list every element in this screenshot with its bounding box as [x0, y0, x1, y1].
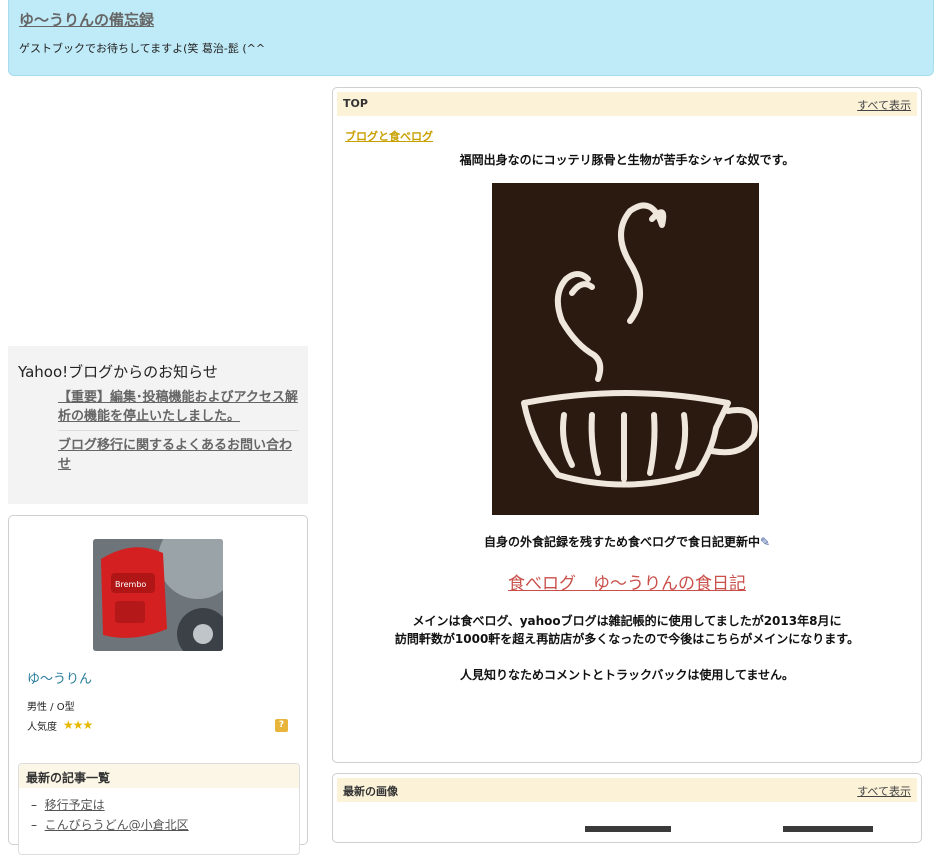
profile-card: Brembo ゆ〜うりん 男性 / O型 人気度 ★★★ ? 最新の記事一覧 –… [8, 515, 308, 855]
blog-title[interactable]: ゆ〜うりんの備忘録 [19, 9, 154, 30]
update-text: 自身の外食記録を残すため食べログで食日記更新中 [483, 535, 760, 549]
recent-article-item: – 移行予定は [31, 798, 105, 812]
help-icon[interactable]: ? [275, 719, 288, 732]
comment-note: 人見知りなためコメントとトラックバックは使用してません。 [459, 668, 795, 682]
notice-link-important[interactable]: 【重要】編集･投稿機能およびアクセス解析の機能を停止いたしました。 [58, 388, 298, 426]
image-thumbnail[interactable] [783, 826, 873, 832]
profile-name[interactable]: ゆ〜うりん [27, 668, 92, 687]
star-icon: ★ [63, 718, 74, 732]
notice-divider [58, 430, 298, 431]
profile-gender-blood: 男性 / O型 [27, 702, 75, 713]
latest-images-title: 最新の画像 [343, 785, 398, 798]
paragraph-line-2: 訪問軒数が1000軒を超え再訪店が多くなったので今後はこちらがメインになります。 [394, 632, 860, 646]
top-panel-title: TOP [343, 97, 368, 110]
blog-header: ゆ〜うりんの備忘録 ゲストブックでお待ちしてますよ(笑 葛治-髭 (^^ [8, 0, 934, 76]
pencil-icon: ✎ [759, 535, 771, 549]
yahoo-notice-box: Yahoo!ブログからのお知らせ 【重要】編集･投稿機能およびアクセス解析の機能… [8, 346, 308, 504]
popularity-stars: ★★★ [63, 718, 94, 732]
image-thumbnail[interactable] [585, 826, 671, 832]
recent-article-item: – こんぴらうどん@小倉北区 [31, 818, 189, 832]
intro-text: 福岡出身なのにコッテリ豚骨と生物が苦手なシャイな奴です。 [459, 153, 795, 167]
paragraph-line-1: メインは食べログ、yahooブログは雑記帳的に使用してましたが2013年8月に [412, 614, 842, 628]
recent-articles-box: 最新の記事一覧 – 移行予定は – こんぴらうどん@小倉北区 [18, 763, 300, 855]
coffee-cup-image [492, 183, 759, 515]
recent-article-link[interactable]: こんぴらうどん@小倉北区 [45, 818, 189, 832]
star-icon: ★ [72, 718, 84, 732]
top-panel: TOP すべて表示 ブログと食べログ 福岡出身なのにコッテリ豚骨と生物が苦手なシ… [332, 87, 922, 763]
popularity-label: 人気度 [27, 722, 57, 733]
recent-article-link[interactable]: 移行予定は [45, 798, 105, 812]
update-text-row: 自身の外食記録を残すため食べログで食日記更新中✎ [333, 533, 921, 550]
recent-articles-header: 最新の記事一覧 [19, 764, 299, 788]
blog-description: ゲストブックでお待ちしてますよ(笑 葛治-髭 (^^ [19, 42, 266, 55]
notice-link-faq[interactable]: ブログ移行に関するよくあるお問い合わせ [58, 436, 298, 474]
notice-title: Yahoo!ブログからのお知らせ [18, 363, 218, 381]
tabelog-link[interactable]: 食べログ ゆ〜うりんの食日記 [333, 569, 921, 594]
recent-articles-title: 最新の記事一覧 [26, 771, 111, 785]
show-all-link[interactable]: すべて表示 [857, 97, 911, 113]
profile-avatar[interactable]: Brembo [93, 539, 223, 651]
category-link[interactable]: ブログと食べログ [345, 128, 433, 144]
latest-images-header: 最新の画像 すべて表示 [337, 778, 917, 802]
star-icon: ★ [82, 718, 94, 732]
show-all-images-link[interactable]: すべて表示 [857, 783, 911, 799]
svg-text:Brembo: Brembo [115, 580, 146, 589]
top-panel-header: TOP すべて表示 [337, 92, 917, 116]
